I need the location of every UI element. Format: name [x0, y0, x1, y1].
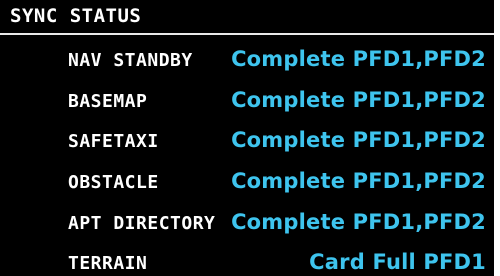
sync-status-value: Complete PFD1,PFD2 — [231, 128, 486, 153]
database-label: TERRAIN — [68, 253, 148, 275]
status-row-apt-directory: APT DIRECTORY Complete PFD1,PFD2 — [0, 203, 494, 244]
sync-status-list: NAV STANDBY Complete PFD1,PFD2 BASEMAP C… — [0, 40, 494, 276]
title-bar: SYNC STATUS — [0, 0, 494, 33]
status-row-nav-standby: NAV STANDBY Complete PFD1,PFD2 — [0, 40, 494, 81]
database-label: APT DIRECTORY — [68, 212, 216, 234]
sync-status-value: Complete PFD1,PFD2 — [231, 47, 486, 71]
status-row-terrain: TERRAIN Card Full PFD1 — [0, 243, 494, 276]
database-label: NAV STANDBY — [68, 50, 193, 71]
sync-status-value: Complete PFD1,PFD2 — [231, 209, 486, 234]
database-label: BASEMAP — [68, 90, 148, 112]
sync-status-screen: SYNC STATUS NAV STANDBY Complete PFD1,PF… — [0, 0, 494, 276]
database-label: SAFETAXI — [68, 131, 159, 153]
status-row-basemap: BASEMAP Complete PFD1,PFD2 — [0, 81, 494, 122]
title-divider — [0, 33, 494, 35]
sync-status-value: Card Full PFD1 — [309, 250, 486, 275]
status-row-obstacle: OBSTACLE Complete PFD1,PFD2 — [0, 162, 494, 203]
database-label: OBSTACLE — [68, 172, 159, 194]
status-row-safetaxi: SAFETAXI Complete PFD1,PFD2 — [0, 121, 494, 162]
sync-status-value: Complete PFD1,PFD2 — [231, 87, 486, 112]
page-title: SYNC STATUS — [10, 5, 142, 27]
sync-status-value: Complete PFD1,PFD2 — [231, 169, 486, 194]
